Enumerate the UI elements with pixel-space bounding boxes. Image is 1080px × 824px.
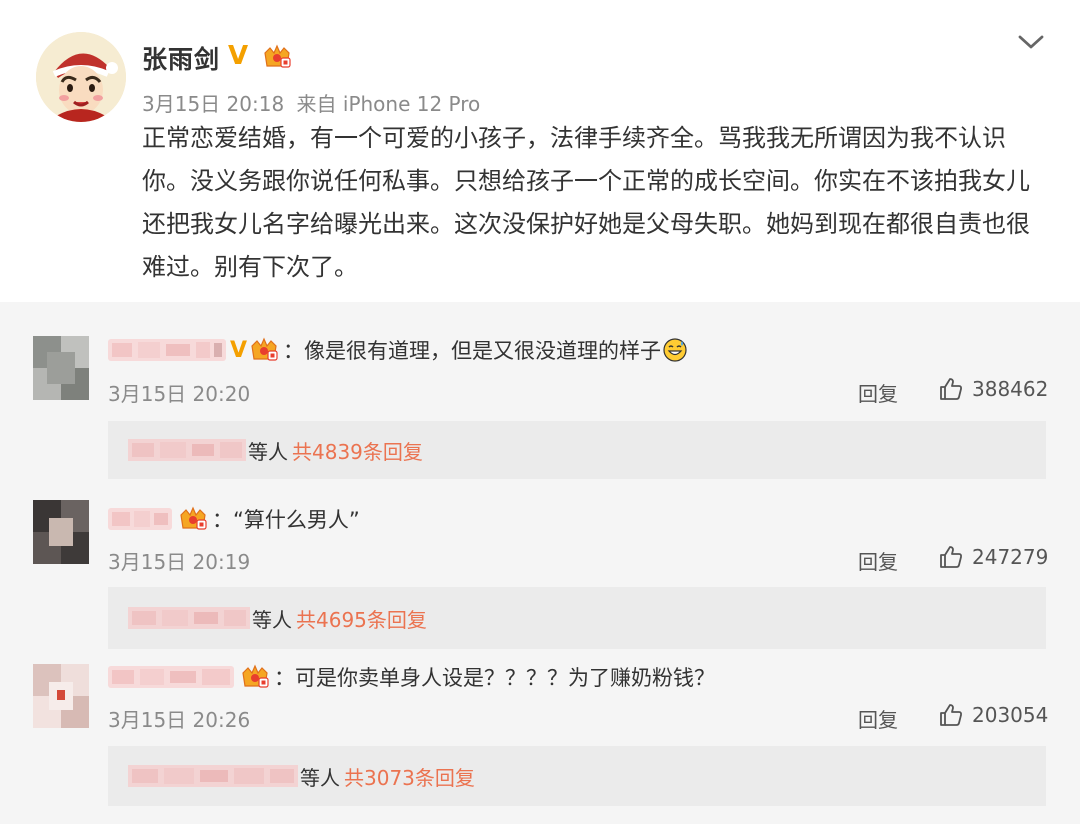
commenter-avatar[interactable] — [33, 336, 89, 400]
member-crown-icon — [242, 664, 269, 688]
chevron-down-icon[interactable] — [1016, 30, 1046, 56]
comment-text: ：“算什么男人” — [212, 508, 360, 532]
author-avatar[interactable] — [36, 32, 126, 122]
post-date: 3月15日 20:18 — [142, 92, 285, 116]
like-count: 388462 — [972, 377, 1049, 401]
sub-replies-total[interactable]: 共3073条回复 — [344, 762, 475, 791]
like-count: 203054 — [972, 703, 1049, 727]
blurred-replier-names — [128, 765, 298, 787]
sub-replies-etc: 等人 — [252, 607, 292, 632]
thumbs-up-icon — [940, 378, 962, 400]
verified-v-icon: V — [228, 41, 249, 71]
member-crown-icon — [262, 44, 292, 74]
blurred-replier-names — [128, 607, 250, 629]
comment-header: ：“算什么男人” — [108, 504, 360, 534]
blurred-replier-names — [128, 439, 246, 461]
sub-replies-link[interactable]: 等人 共3073条回复 — [108, 746, 1046, 806]
comment-header: V ：像是很有道理，但是又很没道理的样子 — [108, 335, 687, 365]
post-source[interactable]: 来自 iPhone 12 Pro — [297, 92, 481, 116]
reply-button[interactable]: 回复 — [858, 704, 898, 733]
like-button[interactable]: 203054 — [938, 702, 1048, 728]
comment-list: V ：像是很有道理，但是又很没道理的样子 3月15日 20:20 回复 3884… — [0, 302, 1080, 824]
thumbs-up-icon — [940, 704, 962, 726]
verified-v-icon: V — [230, 337, 248, 363]
comment-text: ：可是你卖单身人设是？？？？为了赚奶粉钱？ — [274, 666, 715, 690]
blurred-username[interactable] — [108, 666, 234, 688]
like-button[interactable]: 388462 — [938, 376, 1048, 402]
comment-text: ：像是很有道理，但是又很没道理的样子 — [283, 339, 662, 363]
like-button[interactable]: 247279 — [938, 544, 1048, 570]
sweat-smile-emoji-icon — [663, 338, 687, 362]
weibo-post: 张雨剑 V 3月15日 20:18 来自 iPhone 12 Pro 正常恋爱结… — [0, 0, 1080, 302]
thumbs-up-icon — [940, 546, 962, 568]
commenter-avatar[interactable] — [33, 664, 89, 728]
sub-replies-total[interactable]: 共4839条回复 — [292, 436, 423, 465]
sub-replies-total[interactable]: 共4695条回复 — [296, 604, 427, 633]
member-crown-icon — [251, 337, 278, 361]
reply-button[interactable]: 回复 — [858, 378, 898, 407]
blurred-username[interactable] — [108, 508, 172, 530]
blurred-username[interactable] — [108, 339, 226, 361]
sub-replies-etc: 等人 — [300, 765, 340, 790]
comment-time: 3月15日 20:20 — [108, 382, 251, 406]
member-crown-icon — [180, 506, 207, 530]
post-meta: 3月15日 20:18 来自 iPhone 12 Pro — [142, 88, 480, 117]
post-body: 正常恋爱结婚，有一个可爱的小孩子，法律手续齐全。骂我我无所谓因为我不认识你。没义… — [142, 124, 1030, 281]
reply-button[interactable]: 回复 — [858, 546, 898, 575]
sub-replies-etc: 等人 — [248, 439, 288, 464]
like-count: 247279 — [972, 545, 1049, 569]
sub-replies-link[interactable]: 等人 共4695条回复 — [108, 587, 1046, 649]
comment-time: 3月15日 20:26 — [108, 708, 251, 732]
sub-replies-link[interactable]: 等人 共4839条回复 — [108, 421, 1046, 479]
comment-time: 3月15日 20:19 — [108, 550, 251, 574]
comment-header: ：可是你卖单身人设是？？？？为了赚奶粉钱？ — [108, 662, 715, 692]
commenter-avatar[interactable] — [33, 500, 89, 564]
author-name[interactable]: 张雨剑 — [142, 40, 220, 76]
